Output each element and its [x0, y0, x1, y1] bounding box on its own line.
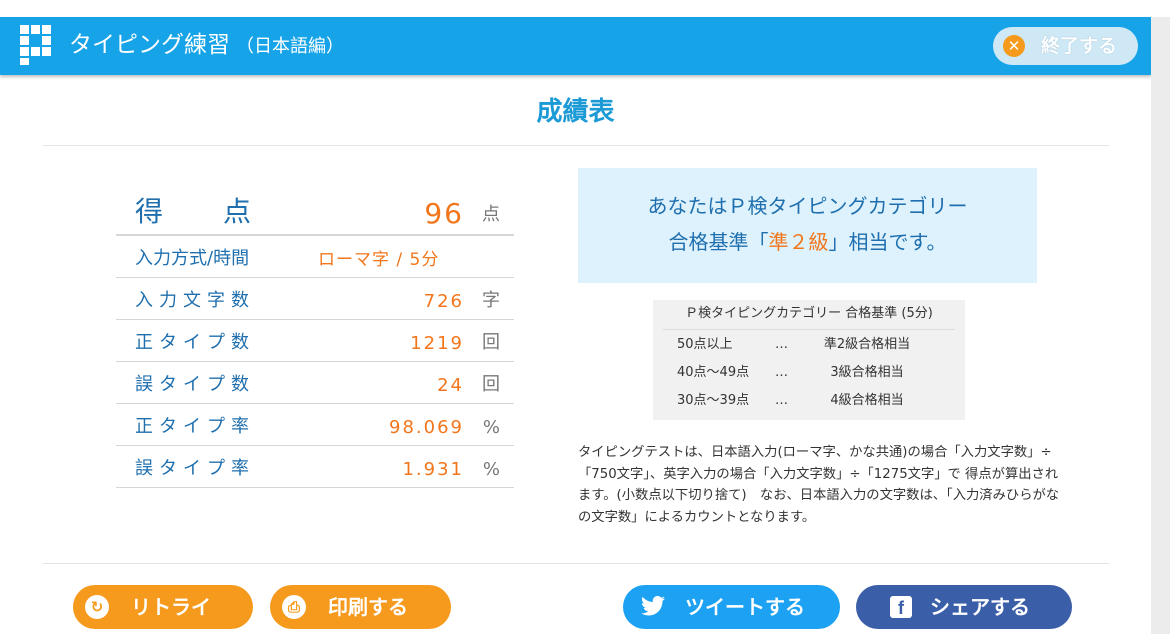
row-unit: %	[482, 417, 500, 438]
grade-result-box: あなたはＰ検タイピングカテゴリー 合格基準「準２級」相当です。	[578, 168, 1037, 283]
app-header: タイピング練習 （日本語編） ✕ 終了する	[0, 17, 1151, 75]
share-button-label: シェアする	[930, 595, 1030, 619]
row-value: 98.069	[389, 417, 464, 438]
row-label: 入力方式/時間	[135, 248, 250, 269]
page-scrollbar[interactable]	[1151, 17, 1170, 634]
table-row: 誤タイプ率 1.931 %	[116, 446, 514, 488]
row-value: 1.931	[402, 459, 464, 480]
title-divider	[43, 145, 1109, 146]
p-logo-icon	[20, 25, 51, 65]
close-icon: ✕	[1003, 35, 1025, 57]
table-row: 入力方式/時間 ローマ字 / 5分	[116, 236, 514, 278]
grade-level: 準２級	[768, 230, 829, 254]
score-unit: 点	[482, 204, 500, 225]
criteria-separator: …	[775, 365, 788, 380]
footer-divider	[43, 563, 1109, 564]
scoring-description: タイピングテストは、日本語入力(ローマ字、かな共通)の場合「入力文字数」÷「75…	[578, 445, 1060, 525]
end-button-label: 終了する	[1041, 35, 1118, 57]
browser-top-strip	[0, 0, 1170, 17]
criteria-divider	[663, 329, 955, 330]
results-card: タイピング練習 （日本語編） ✕ 終了する 成績表 得点 96 点 入力方式/時間…	[0, 17, 1151, 634]
score-value: 96	[424, 197, 464, 230]
score-label: 得点	[135, 195, 312, 228]
printer-icon: ⎙	[282, 595, 306, 619]
criteria-range: 30点～39点	[677, 393, 750, 408]
end-button[interactable]: ✕ 終了する	[993, 27, 1138, 65]
row-unit: %	[482, 459, 500, 480]
criteria-separator: …	[775, 337, 788, 352]
row-unit: 字	[482, 290, 500, 311]
row-label: 誤タイプ数	[135, 374, 255, 395]
grade-line-2: 合格基準「準２級」相当です。	[578, 228, 1037, 256]
grade-line-1: あなたはＰ検タイピングカテゴリー	[647, 194, 968, 218]
criteria-level: 3級合格相当	[830, 365, 904, 380]
table-row: 誤タイプ数 24 回	[116, 362, 514, 404]
facebook-icon: f	[890, 596, 912, 618]
table-row: 入力文字数 726 字	[116, 278, 514, 320]
criteria-title: Ｐ検タイピングカテゴリー 合格基準 (5分)	[685, 306, 933, 321]
grade-prefix: 合格基準「	[668, 230, 769, 254]
row-value: 726	[423, 291, 464, 312]
retry-button-label: リトライ	[131, 595, 211, 619]
app-title-main: タイピング練習	[69, 32, 230, 58]
twitter-bird-icon	[641, 595, 665, 619]
criteria-row: 30点～39点 … 4級合格相当	[653, 391, 965, 411]
row-unit: 回	[482, 374, 500, 395]
score-row: 得点 96 点	[116, 194, 514, 236]
app-title: タイピング練習 （日本語編）	[69, 30, 344, 62]
row-unit: 回	[482, 332, 500, 353]
app-title-sub: （日本語編）	[236, 36, 344, 57]
retry-button[interactable]: ↻ リトライ	[73, 585, 253, 629]
table-row: 正タイプ率 98.069 %	[116, 404, 514, 446]
page-title: 成績表	[536, 97, 615, 127]
criteria-range: 40点～49点	[677, 365, 750, 380]
print-button[interactable]: ⎙ 印刷する	[270, 585, 451, 629]
tweet-button-label: ツイートする	[685, 595, 805, 619]
row-label: 正タイプ率	[135, 416, 255, 437]
criteria-level: 4級合格相当	[830, 393, 904, 408]
grade-suffix: 」相当です。	[828, 230, 947, 254]
row-label: 正タイプ数	[135, 332, 255, 353]
facebook-share-button[interactable]: f シェアする	[856, 585, 1072, 629]
tweet-button[interactable]: ツイートする	[623, 585, 840, 629]
criteria-level: 準2級合格相当	[823, 337, 911, 352]
row-value: ローマ字 / 5分	[318, 250, 440, 270]
criteria-row: 40点～49点 … 3級合格相当	[653, 363, 965, 383]
criteria-row: 50点以上 … 準2級合格相当	[653, 335, 965, 355]
row-label: 入力文字数	[135, 290, 255, 311]
table-row: 正タイプ数 1219 回	[116, 320, 514, 362]
row-label: 誤タイプ率	[135, 458, 255, 479]
retry-icon: ↻	[85, 595, 109, 619]
criteria-separator: …	[775, 393, 788, 408]
criteria-range: 50点以上	[677, 337, 733, 352]
row-value: 1219	[410, 333, 464, 354]
row-value: 24	[437, 375, 464, 396]
print-button-label: 印刷する	[328, 595, 408, 619]
score-table: 得点 96 点 入力方式/時間 ローマ字 / 5分 入力文字数 726 字 正タ…	[116, 194, 514, 488]
criteria-table: Ｐ検タイピングカテゴリー 合格基準 (5分) 50点以上 … 準2級合格相当 4…	[653, 300, 965, 420]
